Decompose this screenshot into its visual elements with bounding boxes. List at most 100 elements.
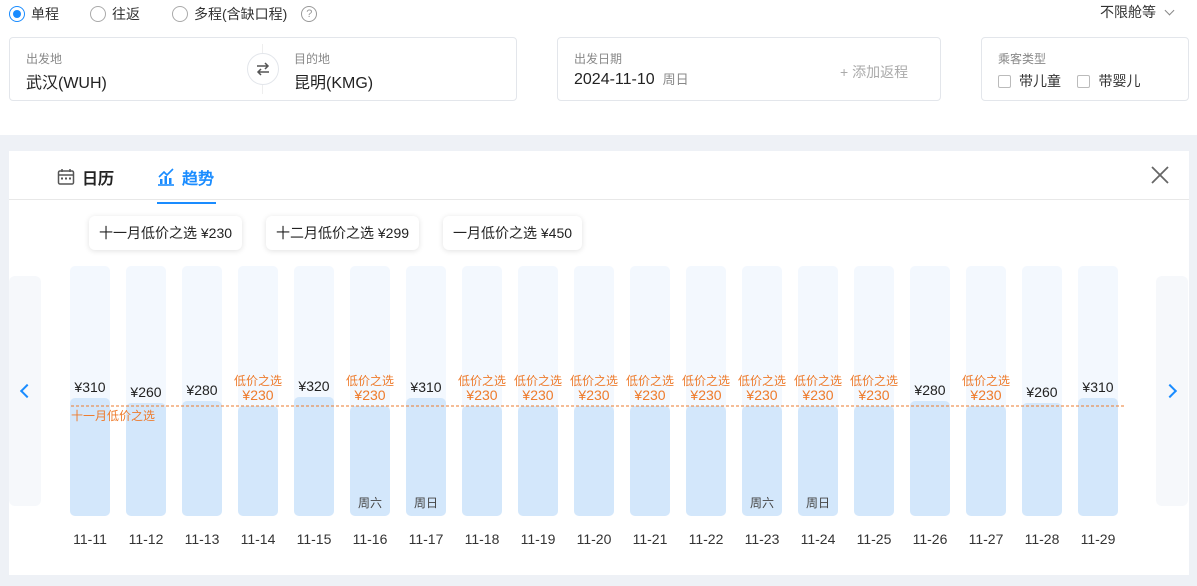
price-label: ¥230 xyxy=(745,387,777,403)
infant-label: 带婴儿 xyxy=(1098,73,1141,89)
radio-checked-icon xyxy=(9,6,25,22)
date-tick-label: 11-22 xyxy=(689,531,724,547)
trip-option-label: 单程 xyxy=(31,6,59,22)
arrival-value: 昆明(KMG) xyxy=(294,75,374,92)
checkbox-icon xyxy=(998,74,1011,88)
route-box: 出发地 武汉(WUH) 目的地 昆明(KMG) xyxy=(9,37,517,101)
price-bar[interactable] xyxy=(462,406,502,516)
low-price-tag: 低价之选 xyxy=(850,374,898,388)
date-tick-label: 11-24 xyxy=(801,531,836,547)
price-bar[interactable] xyxy=(518,406,558,516)
low-price-tag: 低价之选 xyxy=(682,374,730,388)
price-bar[interactable] xyxy=(854,406,894,516)
low-price-tag: 低价之选 xyxy=(794,374,842,388)
question-circle-icon[interactable]: ? xyxy=(301,6,318,22)
departure-label: 出发地 xyxy=(26,52,63,66)
price-label: ¥320 xyxy=(297,378,329,394)
price-label: ¥230 xyxy=(521,387,553,403)
price-bar[interactable] xyxy=(238,406,278,516)
price-label: ¥310 xyxy=(73,379,105,395)
price-label: ¥230 xyxy=(969,387,1001,403)
date-tick-label: 11-29 xyxy=(1081,531,1116,547)
price-label: ¥310 xyxy=(1081,379,1113,395)
date-tick-label: 11-17 xyxy=(409,531,444,547)
passenger-box: 乘客类型 带儿童 带婴儿 xyxy=(981,37,1189,101)
date-label: 出发日期 xyxy=(574,52,623,66)
price-label: ¥230 xyxy=(801,387,833,403)
departure-value: 武汉(WUH) xyxy=(26,75,107,92)
date-tick-label: 11-11 xyxy=(73,531,107,547)
swap-button[interactable] xyxy=(247,53,279,85)
low-price-tag: 低价之选 xyxy=(514,374,562,388)
date-tick-label: 11-16 xyxy=(353,531,388,547)
price-label: ¥260 xyxy=(1025,384,1057,400)
date-tick-label: 11-12 xyxy=(129,531,164,547)
price-bar[interactable] xyxy=(910,401,950,516)
date-tick-label: 11-15 xyxy=(297,531,332,547)
low-price-tag: 低价之选 xyxy=(626,374,674,388)
date-tick-label: 11-25 xyxy=(857,531,892,547)
price-trend-chart: ¥31011-11¥26011-12¥28011-13低价之选¥23011-14… xyxy=(70,266,1126,547)
radio-icon xyxy=(172,6,188,22)
infant-checkbox[interactable]: 带婴儿 xyxy=(1077,71,1140,91)
weekday-label: 周六 xyxy=(358,496,382,510)
reference-line-label: 十一月低价之选 xyxy=(71,409,155,423)
date-tick-label: 11-19 xyxy=(521,531,556,547)
radio-icon xyxy=(90,6,106,22)
price-label: ¥260 xyxy=(129,384,161,400)
price-trend-panel: 日历 趋势 十一月低价之选 ¥230 十二月低价之选 ¥299 一月低价之选 ¥… xyxy=(9,151,1189,575)
price-bar[interactable] xyxy=(1022,403,1062,516)
price-bar[interactable] xyxy=(630,406,670,516)
date-value: 2024-11-10 xyxy=(574,71,655,88)
price-bar[interactable] xyxy=(686,406,726,516)
price-label: ¥230 xyxy=(857,387,889,403)
date-tick-label: 11-13 xyxy=(185,531,220,547)
price-label: ¥230 xyxy=(465,387,497,403)
passenger-options: 带儿童 带婴儿 xyxy=(998,71,1140,93)
low-price-tag: 低价之选 xyxy=(962,374,1010,388)
price-label: ¥230 xyxy=(353,387,385,403)
weekday-label: 周六 xyxy=(750,496,774,510)
weekday-label: 周日 xyxy=(806,496,830,510)
date-tick-label: 11-27 xyxy=(969,531,1004,547)
trip-type-row: 单程 往返 多程(含缺口程) ? 不限舱等 xyxy=(0,0,1197,28)
date-tick-label: 11-23 xyxy=(745,531,780,547)
date-tick-label: 11-21 xyxy=(633,531,668,547)
low-price-tag: 低价之选 xyxy=(346,374,394,388)
date-tick-label: 11-18 xyxy=(465,531,500,547)
add-return-button[interactable]: + 添加返程 xyxy=(840,62,908,82)
child-label: 带儿童 xyxy=(1019,73,1061,89)
date-tick-label: 11-26 xyxy=(913,531,948,547)
checkbox-icon xyxy=(1077,74,1091,88)
price-label: ¥230 xyxy=(241,387,273,403)
date-value-wrap: 2024-11-10 周日 xyxy=(574,69,689,89)
price-bar[interactable] xyxy=(182,401,222,516)
chevron-down-icon xyxy=(1164,5,1175,15)
trip-option-oneway[interactable]: 单程 xyxy=(9,4,59,24)
price-bar[interactable] xyxy=(1078,398,1118,516)
date-tick-label: 11-14 xyxy=(241,531,276,547)
swap-arrows-icon xyxy=(256,62,270,76)
trip-option-roundtrip[interactable]: 往返 xyxy=(90,4,140,24)
price-label: ¥280 xyxy=(913,382,945,398)
price-bar[interactable] xyxy=(294,397,334,516)
date-weekday: 周日 xyxy=(662,72,689,87)
date-box[interactable]: 出发日期 2024-11-10 周日 + 添加返程 xyxy=(557,37,941,101)
child-checkbox[interactable]: 带儿童 xyxy=(998,71,1061,91)
price-label: ¥310 xyxy=(409,379,441,395)
price-bar[interactable] xyxy=(966,406,1006,516)
price-bar[interactable] xyxy=(574,406,614,516)
low-price-tag: 低价之选 xyxy=(234,374,282,388)
date-tick-label: 11-20 xyxy=(577,531,612,547)
arrival-label: 目的地 xyxy=(294,52,331,66)
trip-option-multi[interactable]: 多程(含缺口程) ? xyxy=(172,4,318,24)
low-price-tag: 低价之选 xyxy=(738,374,786,388)
price-label: ¥230 xyxy=(577,387,609,403)
trip-option-label: 多程(含缺口程) xyxy=(194,6,288,22)
passenger-label: 乘客类型 xyxy=(998,52,1047,66)
price-label: ¥280 xyxy=(185,382,217,398)
date-tick-label: 11-28 xyxy=(1025,531,1060,547)
cabin-class-select[interactable]: 不限舱等 xyxy=(1100,2,1175,22)
low-price-tag: 低价之选 xyxy=(570,374,618,388)
price-label: ¥230 xyxy=(633,387,665,403)
